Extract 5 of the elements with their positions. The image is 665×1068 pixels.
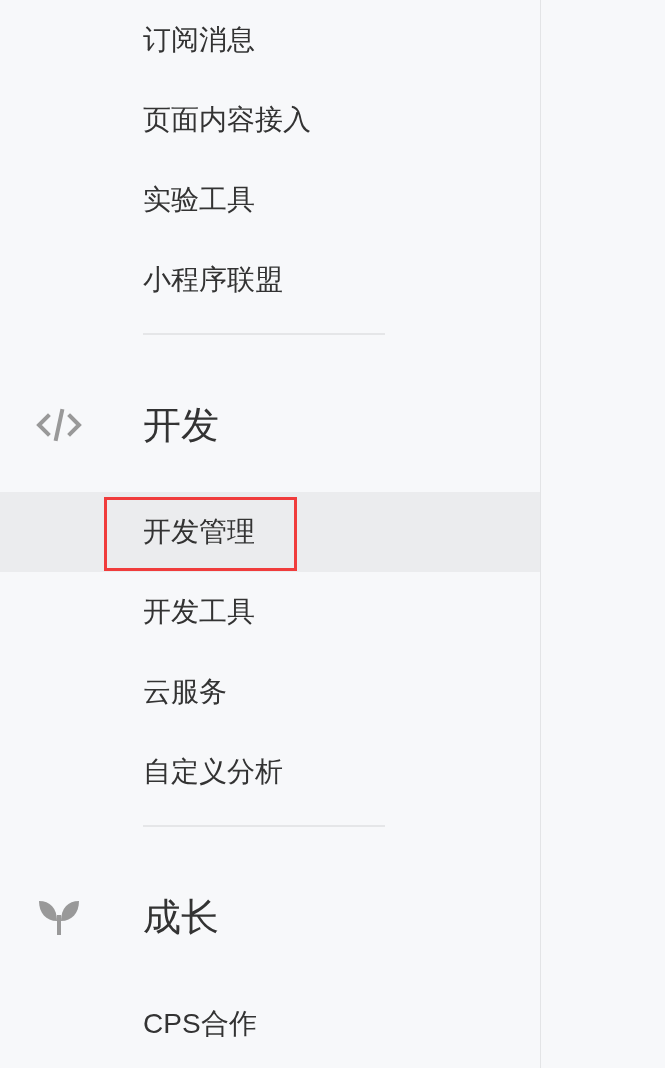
sidebar-item[interactable]: 开发管理 [0,492,540,572]
code-icon [34,408,83,442]
sprout-icon [37,899,80,935]
section-title: 成长 [143,898,219,936]
section-title: 开发 [143,406,219,444]
